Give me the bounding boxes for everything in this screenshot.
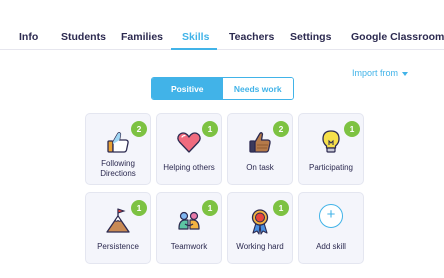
thumbs-up-icon xyxy=(249,132,271,153)
positive-toggle-button[interactable]: Positive xyxy=(152,78,223,99)
caret-down-icon xyxy=(402,71,409,76)
skill-card-following-directions[interactable]: 2 Following Directions xyxy=(85,113,151,185)
skill-count-badge: 1 xyxy=(344,121,360,137)
teamwork-icon xyxy=(178,211,200,230)
skill-count-badge: 2 xyxy=(131,121,147,137)
tab-skills[interactable]: Skills xyxy=(182,31,209,43)
skill-card-teamwork[interactable]: 1 Teamwork xyxy=(156,192,222,264)
add-skill-card[interactable]: + Add skill xyxy=(298,192,364,264)
skill-count-badge: 1 xyxy=(202,121,218,137)
skill-label: Persistence xyxy=(97,242,139,251)
skill-label: Participating xyxy=(308,163,354,172)
heart-icon xyxy=(177,132,201,153)
skill-card-participating[interactable]: 1 Participating xyxy=(298,113,364,185)
skill-label: Helping others xyxy=(163,163,215,172)
plus-icon: + xyxy=(319,204,343,228)
add-skill-label: Add skill xyxy=(316,242,346,251)
tab-google-classroom[interactable]: Google Classroom xyxy=(351,31,444,43)
needs-work-toggle-button[interactable]: Needs work xyxy=(222,78,293,99)
tab-settings[interactable]: Settings xyxy=(290,31,331,43)
skill-label: Teamwork xyxy=(170,242,208,251)
import-from-label: Import from xyxy=(352,68,399,78)
skill-card-persistence[interactable]: 1 Persistence xyxy=(85,192,151,264)
tab-families[interactable]: Families xyxy=(121,31,163,43)
skill-card-working-hard[interactable]: 1 Working hard xyxy=(227,192,293,264)
import-from-dropdown[interactable]: Import from xyxy=(352,68,409,78)
tab-students[interactable]: Students xyxy=(61,31,106,43)
top-navigation: Info Students Families Skills Teachers S… xyxy=(0,0,444,50)
tab-info[interactable]: Info xyxy=(19,31,38,43)
thumbs-up-icon xyxy=(107,132,129,153)
skill-card-helping-others[interactable]: 1 Helping others xyxy=(156,113,222,185)
skill-label: Following Directions xyxy=(100,159,136,178)
active-tab-indicator xyxy=(171,48,217,50)
skill-count-badge: 2 xyxy=(273,121,289,137)
skill-count-badge: 1 xyxy=(273,200,289,216)
skill-type-toggle: Positive Needs work xyxy=(151,77,294,100)
skill-count-badge: 1 xyxy=(202,200,218,216)
skill-card-on-task[interactable]: 2 On task xyxy=(227,113,293,185)
lightbulb-icon xyxy=(322,130,340,153)
medal-icon xyxy=(251,209,269,235)
skills-grid: 2 Following Directions 1 Helping others … xyxy=(85,113,364,264)
tab-teachers[interactable]: Teachers xyxy=(229,31,274,43)
skill-count-badge: 1 xyxy=(131,200,147,216)
skill-label: On task xyxy=(246,163,274,172)
mountain-flag-icon xyxy=(106,208,130,233)
skill-label: Working hard xyxy=(236,242,284,251)
